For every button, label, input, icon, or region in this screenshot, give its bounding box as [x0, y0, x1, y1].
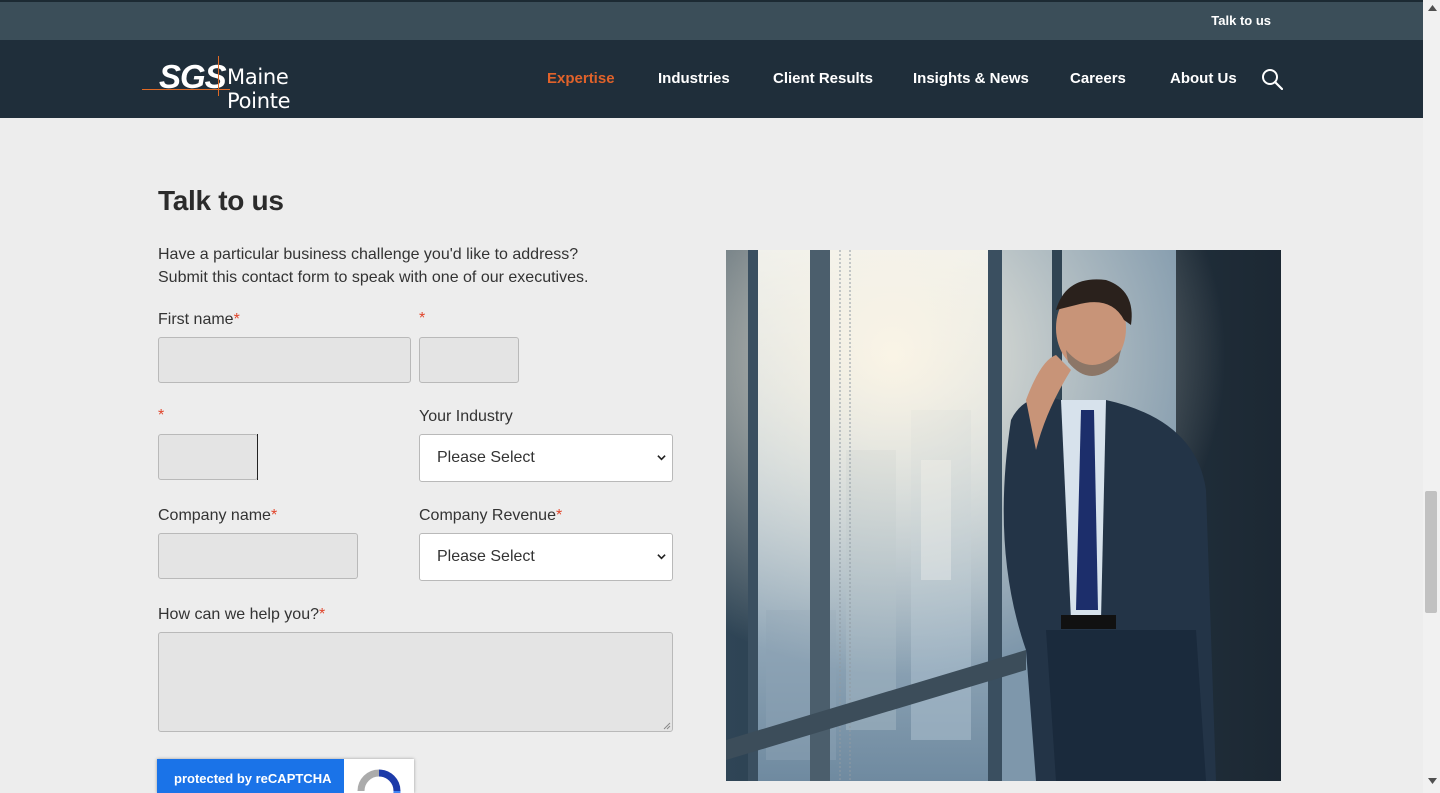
industry-select-value: Please Select [437, 449, 535, 466]
recaptcha-icon [357, 769, 401, 793]
revenue-select-value: Please Select [437, 548, 535, 565]
talk-to-us-link[interactable]: Talk to us [1211, 13, 1271, 28]
page-title: Talk to us [158, 185, 284, 216]
nav-careers[interactable]: Careers [1070, 70, 1126, 90]
businessman-phone-photo [726, 250, 1281, 781]
sgs-maine-pointe-logo[interactable]: SGS Maine Pointe [142, 56, 352, 113]
help-label-text: How can we help you? [158, 606, 319, 623]
search-icon[interactable] [1261, 68, 1283, 90]
nav-expertise[interactable]: Expertise [547, 70, 615, 90]
help-textarea[interactable] [158, 632, 673, 732]
company-revenue-select[interactable]: Please Select [419, 533, 673, 581]
scrollbar-thumb[interactable] [1425, 491, 1437, 613]
first-name-field[interactable] [158, 337, 411, 383]
scroll-up-arrow-icon[interactable] [1428, 5, 1437, 11]
resize-handle-icon[interactable] [663, 722, 671, 730]
recaptcha-badge[interactable]: protected by reCAPTCHA [157, 759, 414, 793]
email-field[interactable] [158, 434, 258, 480]
intro-line-1: Have a particular business challenge you… [158, 246, 579, 263]
scroll-down-arrow-icon[interactable] [1428, 778, 1437, 784]
company-name-field[interactable] [158, 533, 358, 579]
required-mark: * [233, 311, 240, 328]
chevron-down-icon [657, 455, 666, 461]
nav-industries[interactable]: Industries [658, 70, 730, 90]
industry-label: Your Industry [419, 408, 513, 425]
first-name-label-text: First name [158, 311, 234, 328]
last-name-field[interactable] [419, 337, 519, 383]
intro-text: Have a particular business challenge you… [158, 243, 588, 289]
company-revenue-label-text: Company Revenue [419, 507, 556, 524]
first-name-label: First name* [158, 311, 240, 329]
required-mark: * [270, 507, 278, 524]
top-utility-bar: Talk to us [0, 0, 1423, 40]
scrollbar-track[interactable] [1423, 0, 1440, 793]
nav-about-us[interactable]: About Us [1170, 70, 1237, 90]
required-mark: * [419, 310, 426, 327]
recaptcha-label: protected by reCAPTCHA [157, 759, 344, 793]
nav-client-results[interactable]: Client Results [773, 70, 873, 90]
nav-insights-news[interactable]: Insights & News [913, 70, 1029, 90]
company-revenue-label: Company Revenue* [419, 507, 562, 525]
chevron-down-icon [657, 554, 666, 560]
company-name-label-text: Company name [158, 507, 271, 524]
required-mark: * [158, 407, 165, 424]
required-mark: * [318, 606, 326, 623]
logo-accent-vertical [218, 56, 219, 96]
company-name-label: Company name* [158, 507, 277, 525]
logo-brand-name: Maine Pointe [227, 65, 291, 113]
industry-select[interactable]: Please Select [419, 434, 673, 482]
logo-sgs-text: SGS [159, 58, 227, 95]
logo-accent-horizontal [142, 89, 230, 90]
main-navbar: SGS Maine Pointe Expertise Industries Cl… [0, 40, 1423, 118]
intro-line-2: Submit this contact form to speak with o… [158, 269, 589, 286]
required-mark: * [555, 507, 563, 524]
help-label: How can we help you?* [158, 606, 325, 624]
text-caret [257, 434, 258, 480]
